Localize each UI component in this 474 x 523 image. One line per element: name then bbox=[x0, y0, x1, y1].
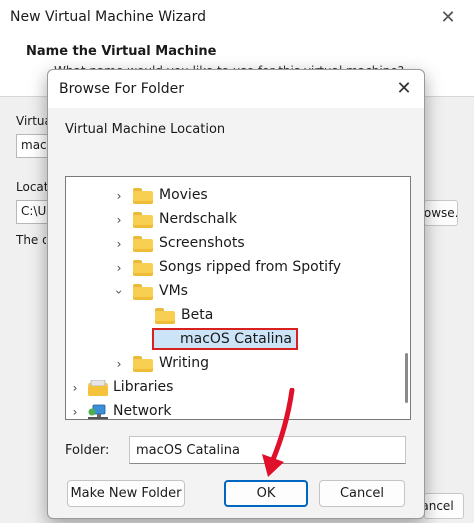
folder-icon bbox=[133, 188, 153, 204]
folder-icon bbox=[133, 284, 153, 300]
tree-scrollbar[interactable] bbox=[405, 353, 408, 403]
make-new-folder-label: Make New Folder bbox=[70, 486, 182, 501]
dialog-close-icon[interactable]: ✕ bbox=[392, 77, 416, 101]
chevron-right-icon[interactable]: › bbox=[112, 212, 126, 228]
chevron-right-icon[interactable]: › bbox=[112, 356, 126, 372]
tree-item-label: Movies bbox=[159, 187, 208, 203]
cancel-button[interactable]: Cancel bbox=[319, 480, 405, 507]
browse-for-folder-dialog: Browse For Folder ✕ Virtual Machine Loca… bbox=[47, 69, 425, 519]
tree-item-macos-catalina[interactable]: macOS Catalina bbox=[66, 328, 396, 350]
tree-item-nerdschalk[interactable]: › Nerdschalk bbox=[66, 209, 396, 231]
tree-item-label: Network bbox=[113, 403, 172, 419]
folder-icon bbox=[133, 260, 153, 276]
tree-item-screenshots[interactable]: › Screenshots bbox=[66, 233, 396, 255]
dialog-titlebar: Browse For Folder ✕ bbox=[48, 70, 424, 108]
chevron-right-icon[interactable]: › bbox=[112, 188, 126, 204]
tree-item-libraries[interactable]: › Libraries bbox=[66, 377, 396, 399]
tree-item-writing[interactable]: › Writing bbox=[66, 353, 396, 375]
chevron-right-icon[interactable]: › bbox=[68, 380, 82, 396]
folder-tree[interactable]: › Movies › Nerdschalk › Screenshots › So… bbox=[65, 176, 411, 420]
tree-item-beta[interactable]: Beta bbox=[66, 305, 396, 327]
dialog-title: Browse For Folder bbox=[59, 81, 185, 97]
chevron-right-icon[interactable]: › bbox=[112, 236, 126, 252]
tree-item-label: VMs bbox=[159, 283, 188, 299]
browse-button-label: Browse... bbox=[424, 206, 457, 220]
tree-item-vms[interactable]: › VMs bbox=[66, 281, 396, 303]
browse-button[interactable]: Browse... bbox=[424, 200, 458, 226]
wizard-cancel-label: Cancel bbox=[425, 499, 454, 513]
tree-item-label: Screenshots bbox=[159, 235, 245, 251]
tree-item-label-selected: macOS Catalina bbox=[152, 328, 298, 350]
library-icon bbox=[88, 379, 108, 396]
tree-item-songs[interactable]: › Songs ripped from Spotify bbox=[66, 257, 396, 279]
annotation-arrow-icon bbox=[262, 388, 295, 477]
network-icon bbox=[88, 404, 108, 419]
location-note: The default location can be changed at E… bbox=[16, 233, 46, 247]
folder-label: Folder: bbox=[65, 443, 110, 458]
wizard-close-icon[interactable]: ✕ bbox=[436, 6, 460, 30]
folder-icon bbox=[133, 236, 153, 252]
tree-item-label: Songs ripped from Spotify bbox=[159, 259, 342, 275]
folder-icon bbox=[133, 356, 153, 372]
tree-item-network[interactable]: › Network bbox=[66, 401, 396, 419]
chevron-right-icon[interactable]: › bbox=[68, 404, 82, 419]
folder-icon bbox=[155, 308, 175, 324]
tree-item-label: Libraries bbox=[113, 379, 174, 395]
chevron-down-icon[interactable]: › bbox=[111, 285, 127, 299]
wizard-titlebar: New Virtual Machine Wizard ✕ bbox=[0, 0, 474, 38]
ok-label: OK bbox=[256, 486, 276, 501]
wizard-heading: Name the Virtual Machine bbox=[26, 44, 217, 59]
make-new-folder-button[interactable]: Make New Folder bbox=[67, 480, 185, 507]
wizard-title: New Virtual Machine Wizard bbox=[10, 9, 206, 25]
chevron-right-icon[interactable]: › bbox=[112, 260, 126, 276]
tree-item-movies[interactable]: › Movies bbox=[66, 185, 396, 207]
tree-item-label: Writing bbox=[159, 355, 209, 371]
ok-button[interactable]: OK bbox=[224, 480, 308, 507]
folder-icon bbox=[133, 212, 153, 228]
tree-item-label: Nerdschalk bbox=[159, 211, 237, 227]
tree-item-label: Beta bbox=[181, 307, 214, 323]
dialog-description: Virtual Machine Location bbox=[65, 122, 226, 137]
wizard-cancel-button[interactable]: Cancel bbox=[424, 493, 464, 519]
cancel-label: Cancel bbox=[339, 486, 385, 501]
